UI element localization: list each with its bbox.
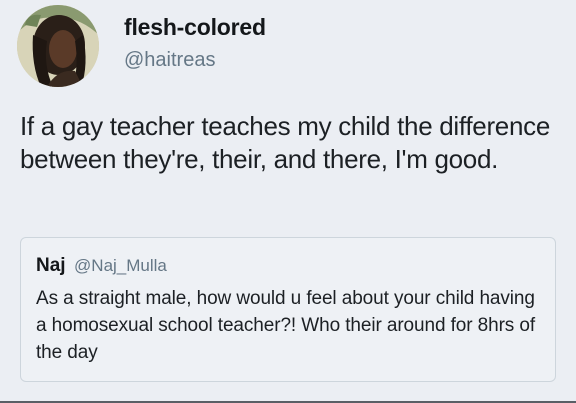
quoted-user-handle: @Naj_Mulla xyxy=(74,256,167,275)
quoted-display-name: Naj xyxy=(36,255,66,276)
quoted-tweet-text: As a straight male, how would u feel abo… xyxy=(36,288,536,363)
quoted-tweet[interactable]: Naj @Naj_Mulla As a straight male, how w… xyxy=(20,237,556,382)
quoted-tweet-header: Naj @Naj_Mulla xyxy=(36,255,167,277)
display-name[interactable]: flesh-colored xyxy=(124,14,266,41)
user-handle[interactable]: @haitreas xyxy=(124,49,215,72)
tweet-card: flesh-colored @haitreas If a gay teacher… xyxy=(0,0,576,403)
avatar-photo xyxy=(17,5,99,87)
avatar[interactable] xyxy=(17,5,99,87)
tweet-text: If a gay teacher teaches my child the di… xyxy=(20,111,550,174)
